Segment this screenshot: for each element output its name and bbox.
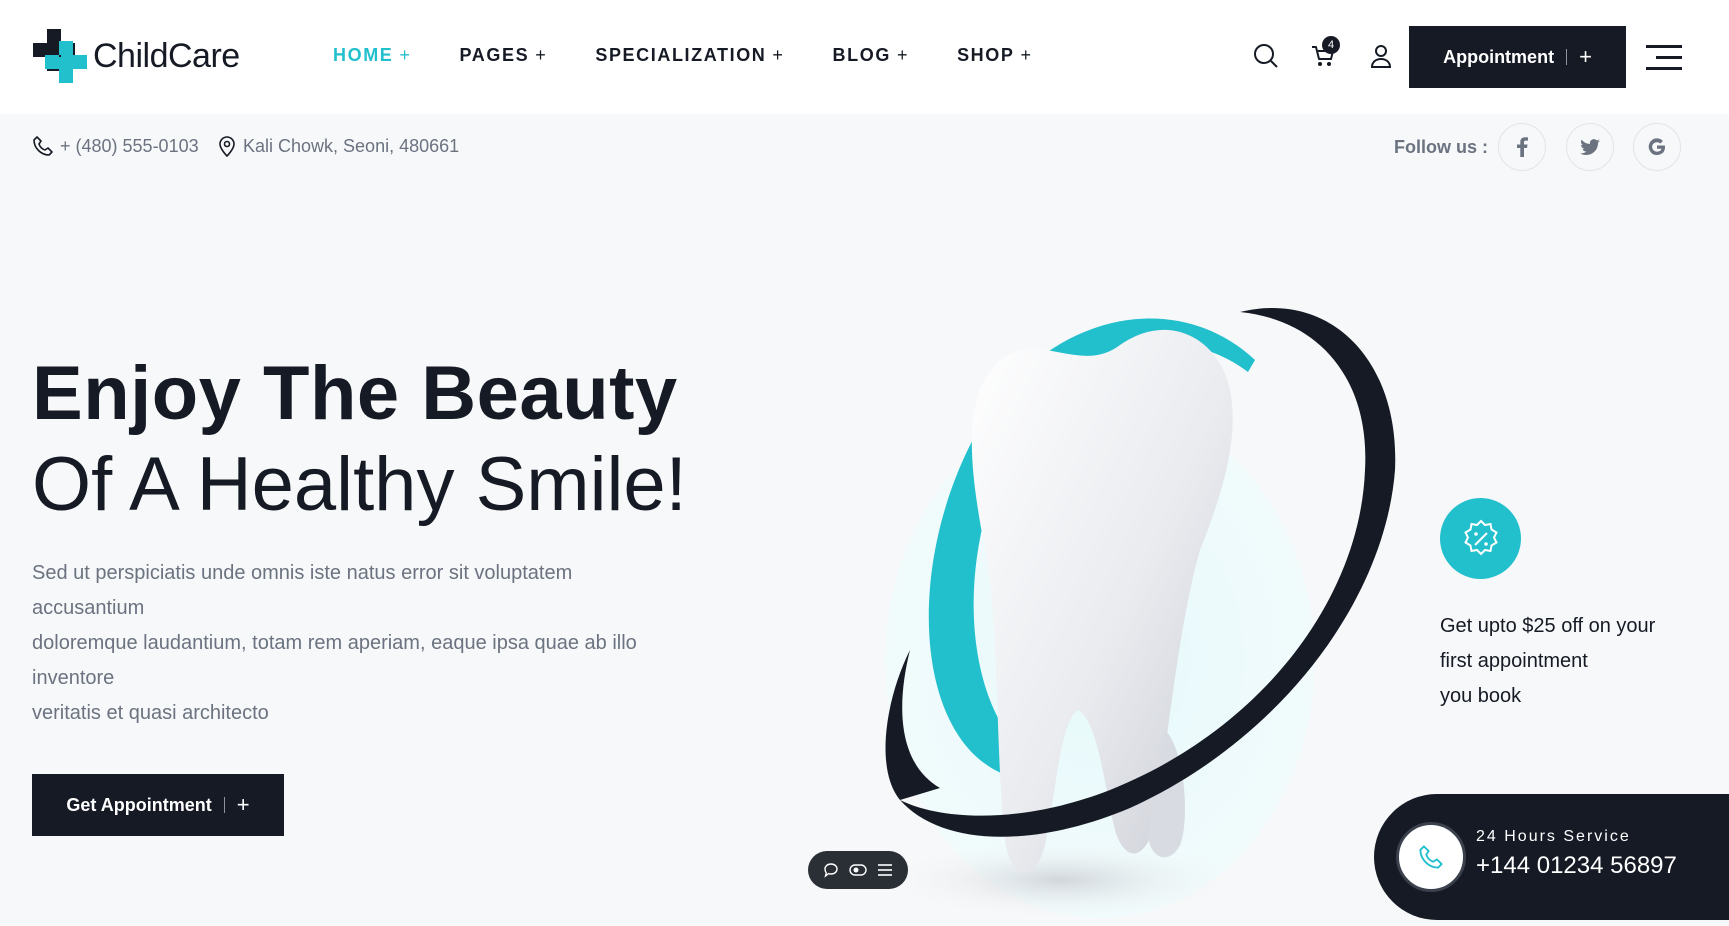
floating-toolbar [808, 851, 908, 889]
phone-info[interactable]: + (480) 555-0103 [32, 135, 199, 157]
promo-text: Get upto $25 off on your first appointme… [1440, 609, 1680, 714]
appointment-button[interactable]: Appointment + [1409, 26, 1626, 88]
discount-badge-icon [1440, 498, 1521, 579]
promo-line: first appointment [1440, 650, 1588, 672]
hero-description-line: Sed ut perspiciatis unde omnis iste natu… [32, 562, 573, 619]
nav-label: SPECIALIZATION [595, 45, 767, 65]
promo-line: you book [1440, 685, 1522, 707]
nav-label: SHOP [957, 45, 1015, 65]
hero-title-line1: Enjoy The Beauty [32, 351, 678, 436]
phone-text: + (480) 555-0103 [60, 135, 199, 156]
google-icon[interactable] [1633, 123, 1681, 171]
nav-item-home[interactable]: HOME + [333, 45, 412, 66]
facebook-icon[interactable] [1498, 123, 1546, 171]
toggle-icon[interactable] [849, 861, 867, 879]
hero-description: Sed ut perspiciatis unde omnis iste natu… [32, 556, 672, 731]
follow-label: Follow us : [1394, 137, 1488, 157]
logo[interactable]: ChildCare [33, 29, 240, 83]
appointment-button-label: Appointment [1443, 46, 1555, 67]
tooth-illustration [880, 307, 1396, 920]
address-info: Kali Chowk, Seoni, 480661 [217, 135, 459, 157]
phone-icon [33, 136, 53, 156]
plus-icon: + [1020, 45, 1033, 65]
nav-label: BLOG [832, 45, 891, 65]
nav-item-pages[interactable]: PAGES + [460, 45, 548, 66]
separator [1566, 49, 1568, 65]
search-icon[interactable] [1253, 43, 1279, 69]
service-label: 24 Hours Service [1476, 828, 1631, 845]
location-icon [219, 136, 235, 157]
phone-icon [1419, 845, 1443, 869]
service-phone-number[interactable]: +144 01234 56897 [1476, 852, 1677, 880]
plus-icon: + [236, 792, 250, 817]
nav-label: PAGES [459, 45, 530, 65]
hero-description-line: veritatis et quasi architecto [32, 702, 269, 724]
separator [223, 797, 225, 813]
plus-icon: + [535, 45, 548, 65]
logo-text: ChildCare [93, 36, 240, 75]
nav-item-shop[interactable]: SHOP + [957, 45, 1033, 66]
user-icon[interactable] [1368, 43, 1394, 69]
plus-icon: + [399, 45, 412, 65]
main-nav: HOME + PAGES + SPECIALIZATION + BLOG + SHOP + [333, 45, 1081, 66]
twitter-icon[interactable] [1566, 123, 1614, 171]
nav-label: HOME [333, 45, 394, 65]
get-appointment-label: Get Appointment [66, 794, 212, 815]
promo-line: Get upto $25 off on your [1440, 615, 1656, 637]
plus-icon: + [772, 45, 785, 65]
cart-count-badge: 4 [1322, 36, 1340, 54]
site-header: ChildCare HOME + PAGES + SPECIALIZATION + B… [0, 0, 1729, 114]
plus-icon: + [1579, 44, 1592, 69]
menu-icon[interactable] [1646, 43, 1682, 73]
service-callout: 24 Hours Service +144 01234 56897 [1374, 794, 1729, 920]
info-bar: + (480) 555-0103 Kali Chowk, Seoni, 4806… [0, 114, 1729, 180]
logo-icon [33, 29, 87, 83]
list-icon[interactable] [876, 861, 894, 879]
plus-icon: + [896, 45, 910, 65]
nav-item-blog[interactable]: BLOG + [833, 45, 910, 66]
get-appointment-button[interactable]: Get Appointment + [32, 774, 284, 836]
address-text: Kali Chowk, Seoni, 480661 [243, 135, 460, 156]
nav-item-specialization[interactable]: SPECIALIZATION + [595, 45, 784, 66]
call-button[interactable] [1396, 822, 1466, 892]
hero-description-line: doloremque laudantium, totam rem aperiam… [32, 632, 637, 689]
hero-title-line2: Of A Healthy Smile! [32, 442, 687, 527]
chat-icon[interactable] [822, 861, 840, 879]
